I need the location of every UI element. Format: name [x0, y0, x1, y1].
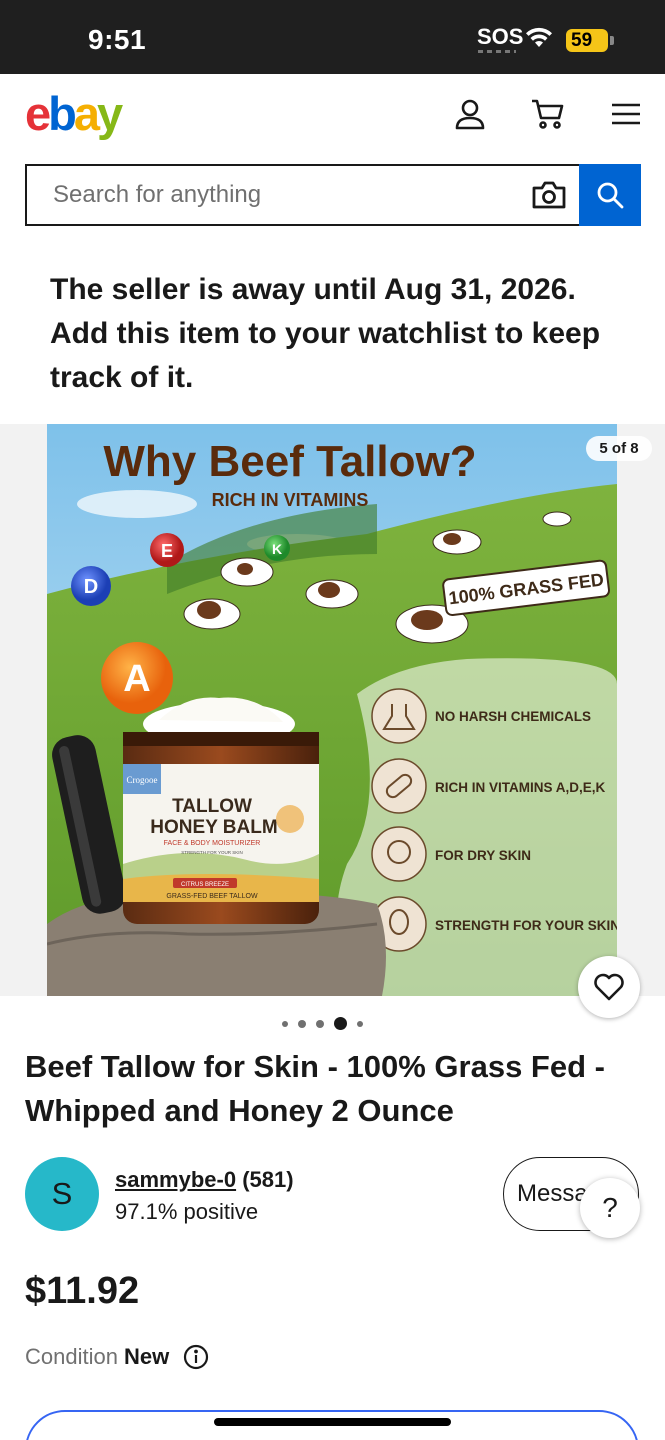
status-sos: SOS: [477, 24, 524, 49]
vitamin-e: E: [161, 541, 173, 561]
jar-subtag: STRENGTH FOR YOUR SKIN: [181, 850, 242, 855]
feature-3: FOR DRY SKIN: [435, 848, 531, 863]
condition-label: Condition: [25, 1344, 118, 1369]
watchlist-button[interactable]: [578, 956, 640, 1018]
seller-feedback-count: (581): [242, 1167, 294, 1192]
item-price: $11.92: [25, 1270, 140, 1312]
image-headline: Why Beef Tallow?: [103, 437, 476, 486]
vitamin-k: K: [272, 541, 282, 557]
battery-icon: 59: [566, 29, 614, 52]
vitamin-a: A: [123, 658, 150, 700]
cart-icon[interactable]: [530, 96, 566, 132]
account-icon[interactable]: [452, 96, 488, 132]
vitamin-d: D: [84, 576, 98, 598]
logo-letter-e: e: [25, 87, 51, 140]
seller-away-notice: The seller is away until Aug 31, 2026. A…: [50, 273, 601, 394]
seller-avatar[interactable]: S: [25, 1157, 99, 1231]
gallery-pager: [282, 1017, 363, 1030]
pager-dot[interactable]: [298, 1019, 306, 1028]
jar-brand: Crogooe: [127, 775, 158, 785]
info-icon[interactable]: [183, 1344, 209, 1370]
condition-value: New: [123, 1344, 170, 1369]
pager-dot[interactable]: [357, 1020, 363, 1027]
jar-footer: GRASS-FED BEEF TALLOW: [166, 893, 258, 900]
search-button[interactable]: [579, 164, 641, 226]
heart-icon: [594, 973, 624, 1001]
signal-dots-icon: [478, 50, 516, 53]
pager-dot[interactable]: [334, 1017, 347, 1030]
feature-4: STRENGTH FOR YOUR SKIN: [435, 918, 617, 933]
status-time: 9:51: [88, 24, 147, 55]
seller-name-link[interactable]: sammybe-0: [115, 1167, 236, 1192]
image-counter: 5 of 8: [586, 436, 652, 461]
feature-2: RICH IN VITAMINS A,D,E,K: [435, 780, 606, 795]
pager-dot[interactable]: [282, 1020, 288, 1027]
camera-icon[interactable]: [519, 166, 579, 224]
jar-tagline: FACE & BODY MOISTURIZER: [164, 840, 261, 847]
feature-1: NO HARSH CHEMICALS: [435, 709, 591, 724]
image-subhead: RICH IN VITAMINS: [212, 490, 369, 510]
wifi-icon: [524, 26, 554, 55]
menu-icon[interactable]: [608, 96, 644, 132]
home-indicator: [214, 1418, 451, 1426]
logo-letter-y: y: [97, 87, 123, 140]
search-icon: [597, 182, 624, 209]
logo-letter-b: b: [48, 87, 77, 140]
listing-title: Beef Tallow for Skin - 100% Grass Fed - …: [25, 1049, 605, 1128]
jar-name-line1: TALLOW: [172, 796, 252, 817]
logo-letter-a: a: [73, 87, 100, 140]
help-button[interactable]: ?: [580, 1178, 640, 1238]
seller-feedback-percent: 97.1% positive: [115, 1199, 259, 1224]
seller-name-row: sammybe-0 (581): [115, 1167, 294, 1193]
jar-scent: CITRUS BREEZE: [181, 882, 229, 888]
search-bar: [25, 164, 641, 226]
image-gallery[interactable]: Why Beef Tallow? RICH IN VITAMINS 100% G…: [0, 424, 665, 996]
item-condition: Condition New: [25, 1344, 209, 1370]
search-input[interactable]: [27, 166, 519, 224]
status-bar: 9:51 SOS 59: [0, 0, 665, 74]
ebay-logo[interactable]: ebay: [25, 86, 123, 141]
pager-dot[interactable]: [316, 1019, 324, 1028]
product-image[interactable]: Why Beef Tallow? RICH IN VITAMINS 100% G…: [47, 424, 617, 996]
jar-name-line2: HONEY BALM: [150, 817, 277, 838]
